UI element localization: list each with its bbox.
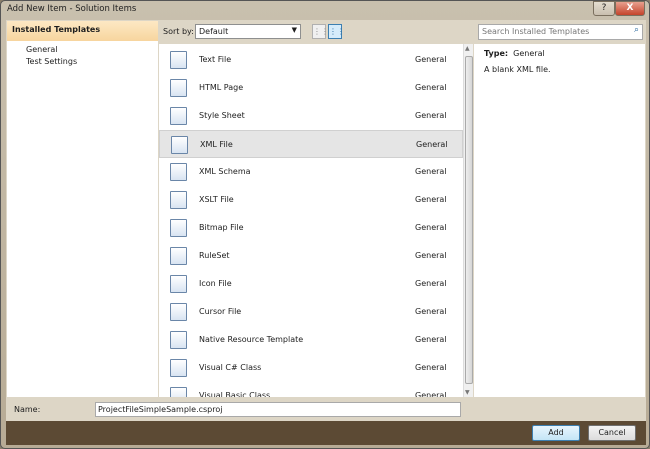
add-button[interactable]: Add bbox=[532, 425, 580, 441]
template-file-icon bbox=[170, 107, 187, 125]
template-category: General bbox=[415, 363, 447, 372]
template-item[interactable]: HTML Page General bbox=[159, 74, 463, 102]
sort-dropdown[interactable]: Default ▼ bbox=[195, 24, 301, 39]
category-general[interactable]: General bbox=[7, 44, 158, 56]
template-name: Bitmap File bbox=[199, 223, 244, 232]
template-category: General bbox=[415, 167, 447, 176]
template-item[interactable]: Cursor File General bbox=[159, 298, 463, 326]
template-file-icon bbox=[170, 191, 187, 209]
dialog-content: Installed Templates General Test Setting… bbox=[6, 20, 646, 421]
scroll-thumb[interactable] bbox=[465, 56, 473, 384]
template-item[interactable]: Text File General bbox=[159, 46, 463, 74]
search-icon[interactable]: ⌕ bbox=[634, 25, 639, 35]
template-file-icon bbox=[170, 79, 187, 97]
type-label: Type: bbox=[484, 49, 509, 58]
scroll-up-arrow-icon[interactable]: ▲ bbox=[465, 45, 470, 52]
cancel-button[interactable]: Cancel bbox=[588, 425, 636, 441]
template-category: General bbox=[415, 223, 447, 232]
help-button[interactable]: ? bbox=[593, 1, 615, 16]
template-name: Style Sheet bbox=[199, 111, 245, 120]
template-file-icon bbox=[170, 303, 187, 321]
template-category: General bbox=[415, 391, 447, 397]
template-details: Type: General A blank XML file. bbox=[474, 44, 645, 397]
installed-templates-header[interactable]: Installed Templates bbox=[7, 21, 158, 41]
template-category: General bbox=[415, 83, 447, 92]
template-name: HTML Page bbox=[199, 83, 244, 92]
template-item[interactable]: Style Sheet General bbox=[159, 102, 463, 130]
template-category: General bbox=[415, 111, 447, 120]
template-file-icon bbox=[170, 163, 187, 181]
template-category: General bbox=[415, 195, 447, 204]
template-item[interactable]: XML File General bbox=[159, 130, 463, 158]
template-name: Icon File bbox=[199, 279, 232, 288]
template-name: RuleSet bbox=[199, 251, 230, 260]
template-item[interactable]: RuleSet General bbox=[159, 242, 463, 270]
template-item[interactable]: Visual C# Class General bbox=[159, 354, 463, 382]
template-name: XML Schema bbox=[199, 167, 251, 176]
template-file-icon bbox=[170, 387, 187, 397]
add-new-item-dialog: Add New Item - Solution Items ? X Instal… bbox=[0, 0, 650, 449]
template-category: General bbox=[415, 251, 447, 260]
sort-value: Default bbox=[199, 27, 229, 36]
template-file-icon bbox=[170, 331, 187, 349]
template-name: XML File bbox=[200, 140, 233, 149]
chevron-down-icon: ▼ bbox=[291, 26, 297, 34]
template-list-scrollbar[interactable]: ▲ ▼ bbox=[463, 44, 473, 397]
template-item[interactable]: XML Schema General bbox=[159, 158, 463, 186]
type-value: General bbox=[513, 49, 545, 58]
template-item[interactable]: XSLT File General bbox=[159, 186, 463, 214]
template-item[interactable]: Visual Basic Class General bbox=[159, 382, 463, 397]
close-button[interactable]: X bbox=[615, 1, 645, 16]
template-file-icon bbox=[170, 247, 187, 265]
template-file-icon bbox=[171, 136, 188, 154]
search-input[interactable]: Search Installed Templates ⌕ bbox=[478, 24, 643, 40]
template-category: General bbox=[415, 307, 447, 316]
name-input[interactable]: ProjectFileSimpleSample.csproj bbox=[95, 402, 461, 417]
template-list: Text File General HTML Page General Style Sh… bbox=[159, 44, 463, 397]
template-name: Native Resource Template bbox=[199, 335, 304, 344]
search-placeholder: Search Installed Templates bbox=[482, 27, 590, 36]
template-file-icon bbox=[170, 219, 187, 237]
list-toolbar: Sort by: Default ▼ ⋮⋮ ⋮⋮ bbox=[159, 21, 469, 43]
template-category: General bbox=[416, 140, 448, 149]
template-category: General bbox=[415, 279, 447, 288]
template-item[interactable]: Native Resource Template General bbox=[159, 326, 463, 354]
template-categories: Installed Templates General Test Setting… bbox=[7, 21, 158, 397]
template-category: General bbox=[415, 335, 447, 344]
template-description: A blank XML file. bbox=[484, 65, 551, 74]
template-item[interactable]: Icon File General bbox=[159, 270, 463, 298]
template-name: XSLT File bbox=[199, 195, 234, 204]
small-icons-view-button[interactable]: ⋮⋮ bbox=[312, 24, 329, 39]
sort-label: Sort by: bbox=[163, 27, 194, 36]
list-view-button[interactable]: ⋮⋮ bbox=[328, 24, 345, 39]
template-name: Cursor File bbox=[199, 307, 242, 316]
template-category: General bbox=[415, 55, 447, 64]
window-title: Add New Item - Solution Items bbox=[7, 4, 137, 14]
name-label: Name: bbox=[14, 405, 41, 414]
template-file-icon bbox=[170, 359, 187, 377]
scroll-down-arrow-icon[interactable]: ▼ bbox=[465, 389, 470, 396]
template-name: Text File bbox=[199, 55, 232, 64]
template-name: Visual Basic Class bbox=[199, 391, 271, 397]
template-name: Visual C# Class bbox=[199, 363, 262, 372]
template-file-icon bbox=[170, 51, 187, 69]
template-item[interactable]: Bitmap File General bbox=[159, 214, 463, 242]
category-test-settings[interactable]: Test Settings bbox=[7, 56, 158, 68]
template-file-icon bbox=[170, 275, 187, 293]
